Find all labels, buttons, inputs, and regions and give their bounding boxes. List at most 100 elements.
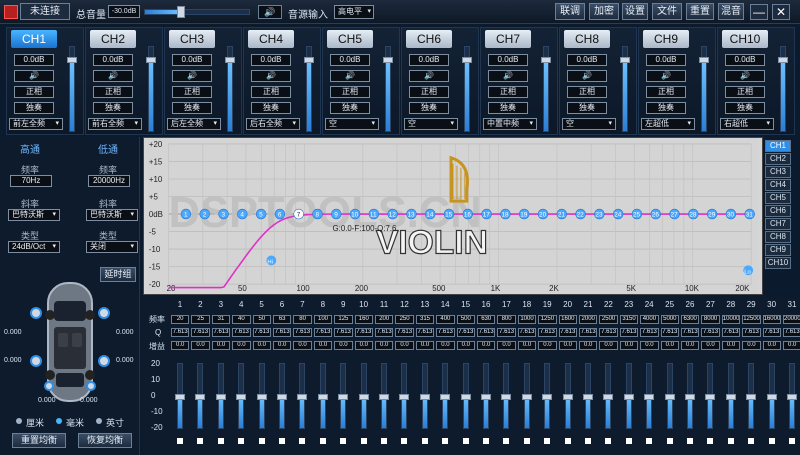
eq-band-bypass-checkbox[interactable] xyxy=(421,438,428,444)
eq-gain-slider[interactable] xyxy=(583,363,593,429)
eq-freq-input[interactable]: 250 xyxy=(395,315,414,324)
eq-gain-knob[interactable] xyxy=(297,394,308,400)
channel-mute-button[interactable]: 🔊 xyxy=(93,70,133,82)
unit-radio-cm[interactable] xyxy=(16,418,22,424)
channel-solo-button[interactable]: 独奏 xyxy=(567,102,607,114)
channel-volume-knob[interactable] xyxy=(383,56,393,63)
channel-tab[interactable]: CH9 xyxy=(643,30,689,48)
eq-gain-input[interactable]: 0.0 xyxy=(171,341,190,350)
eq-freq-input[interactable]: 80 xyxy=(293,315,312,324)
eq-q-input[interactable]: 7.613 xyxy=(660,328,679,337)
eq-gain-input[interactable]: 0.0 xyxy=(721,341,741,350)
channel-mute-button[interactable]: 🔊 xyxy=(567,70,607,82)
speaker-sl-icon[interactable] xyxy=(44,381,54,391)
eq-gain-knob[interactable] xyxy=(440,394,451,400)
eq-freq-input[interactable]: 1000 xyxy=(517,315,537,324)
connection-status[interactable]: 未连接 xyxy=(20,3,70,20)
channel-mute-button[interactable]: 🔊 xyxy=(646,70,686,82)
eq-gain-input[interactable]: 0.0 xyxy=(436,341,455,350)
channel-solo-button[interactable]: 独奏 xyxy=(409,102,449,114)
channel-volume-knob[interactable] xyxy=(146,56,156,63)
channel-volume-slider[interactable] xyxy=(383,46,393,132)
channel-tab[interactable]: CH8 xyxy=(564,30,610,48)
eq-gain-knob[interactable] xyxy=(175,394,185,400)
eq-gain-slider[interactable] xyxy=(787,363,797,429)
channel-phase-button[interactable]: 正相 xyxy=(488,86,528,98)
eq-freq-input[interactable]: 125 xyxy=(334,315,353,324)
eq-gain-knob[interactable] xyxy=(256,394,267,400)
channel-assign-select[interactable]: 前左全频 ▾ xyxy=(9,118,63,130)
channel-mute-button[interactable]: 🔊 xyxy=(14,70,54,82)
eq-band-bypass-checkbox[interactable] xyxy=(503,438,510,444)
unit-radio-mm[interactable] xyxy=(56,418,62,424)
eq-q-input[interactable]: 7.613 xyxy=(783,328,800,337)
channel-phase-button[interactable]: 正相 xyxy=(172,86,212,98)
eq-gain-input[interactable]: 0.0 xyxy=(415,341,435,350)
eq-gain-knob[interactable] xyxy=(317,394,328,400)
eq-band-bypass-checkbox[interactable] xyxy=(360,438,367,444)
eq-band-bypass-checkbox[interactable] xyxy=(238,438,245,444)
eq-gain-slider[interactable] xyxy=(501,363,512,429)
channel-assign-select[interactable]: 空 ▾ xyxy=(562,118,616,130)
eq-q-input[interactable]: 7.613 xyxy=(497,328,516,337)
eq-q-input[interactable]: 7.613 xyxy=(579,328,598,337)
eq-q-input[interactable]: 7.613 xyxy=(477,328,496,337)
channel-gain-input[interactable]: 0.0dB xyxy=(93,54,133,66)
hp-type-select[interactable]: 24dB/Oct ▾ xyxy=(8,241,60,253)
mix-button[interactable]: 混音 xyxy=(718,3,744,20)
speaker-rr-icon[interactable] xyxy=(98,355,110,367)
eq-band-bypass-checkbox[interactable] xyxy=(299,438,306,444)
channel-phase-button[interactable]: 正相 xyxy=(14,86,54,98)
eq-gain-input[interactable]: 0.0 xyxy=(252,341,271,350)
eq-gain-slider[interactable] xyxy=(705,363,716,429)
eq-q-input[interactable]: 7.613 xyxy=(640,328,659,337)
channel-volume-knob[interactable] xyxy=(462,56,472,63)
eq-freq-input[interactable]: 315 xyxy=(415,315,435,324)
channel-volume-slider[interactable] xyxy=(620,46,630,132)
eq-q-input[interactable]: 7.613 xyxy=(395,328,414,337)
eq-freq-input[interactable]: 4000 xyxy=(640,315,659,324)
eq-q-input[interactable]: 7.613 xyxy=(171,328,190,337)
eq-gain-slider[interactable] xyxy=(685,363,695,429)
channel-gain-input[interactable]: 0.0dB xyxy=(488,54,528,66)
eq-q-input[interactable]: 7.613 xyxy=(558,328,577,337)
eq-band-bypass-checkbox[interactable] xyxy=(523,438,530,444)
eq-gain-input[interactable]: 0.0 xyxy=(619,341,639,350)
graph-channel-item[interactable]: CH10 xyxy=(765,257,791,269)
lp-marker[interactable]: Lo xyxy=(743,265,754,275)
eq-gain-slider[interactable] xyxy=(215,363,226,429)
channel-gain-input[interactable]: 0.0dB xyxy=(330,54,370,66)
eq-gain-slider[interactable] xyxy=(175,363,185,429)
eq-gain-knob[interactable] xyxy=(685,394,695,400)
settings-button[interactable]: 设置 xyxy=(622,3,648,20)
eq-gain-input[interactable]: 0.0 xyxy=(232,341,251,350)
eq-band-bypass-checkbox[interactable] xyxy=(585,438,591,444)
eq-gain-knob[interactable] xyxy=(562,394,573,400)
eq-q-input[interactable]: 7.613 xyxy=(721,328,741,337)
graph-channel-item[interactable]: CH3 xyxy=(765,166,791,178)
channel-volume-knob[interactable] xyxy=(620,56,630,63)
eq-gain-input[interactable]: 0.0 xyxy=(293,341,312,350)
delay-sl[interactable]: 0.000 xyxy=(38,397,56,404)
eq-gain-knob[interactable] xyxy=(215,394,226,400)
eq-gain-knob[interactable] xyxy=(787,394,797,400)
eq-freq-input[interactable]: 200 xyxy=(375,315,394,324)
eq-q-input[interactable]: 7.613 xyxy=(232,328,251,337)
channel-mute-button[interactable]: 🔊 xyxy=(172,70,212,82)
eq-freq-input[interactable]: 630 xyxy=(477,315,496,324)
eq-q-input[interactable]: 7.613 xyxy=(313,328,333,337)
channel-tab[interactable]: CH10 xyxy=(722,30,768,48)
channel-volume-knob[interactable] xyxy=(225,56,235,63)
eq-gain-knob[interactable] xyxy=(725,394,736,400)
eq-band-bypass-checkbox[interactable] xyxy=(768,438,775,444)
channel-volume-knob[interactable] xyxy=(541,56,551,63)
channel-phase-button[interactable]: 正相 xyxy=(646,86,686,98)
eq-band-bypass-checkbox[interactable] xyxy=(279,438,285,444)
eq-freq-input[interactable]: 6300 xyxy=(681,315,700,324)
eq-gain-input[interactable]: 0.0 xyxy=(558,341,577,350)
channel-solo-button[interactable]: 独奏 xyxy=(172,102,212,114)
channel-volume-knob[interactable] xyxy=(778,56,788,63)
eq-q-input[interactable]: 7.613 xyxy=(334,328,353,337)
channel-volume-slider[interactable] xyxy=(462,46,472,132)
eq-band-bypass-checkbox[interactable] xyxy=(381,438,387,444)
